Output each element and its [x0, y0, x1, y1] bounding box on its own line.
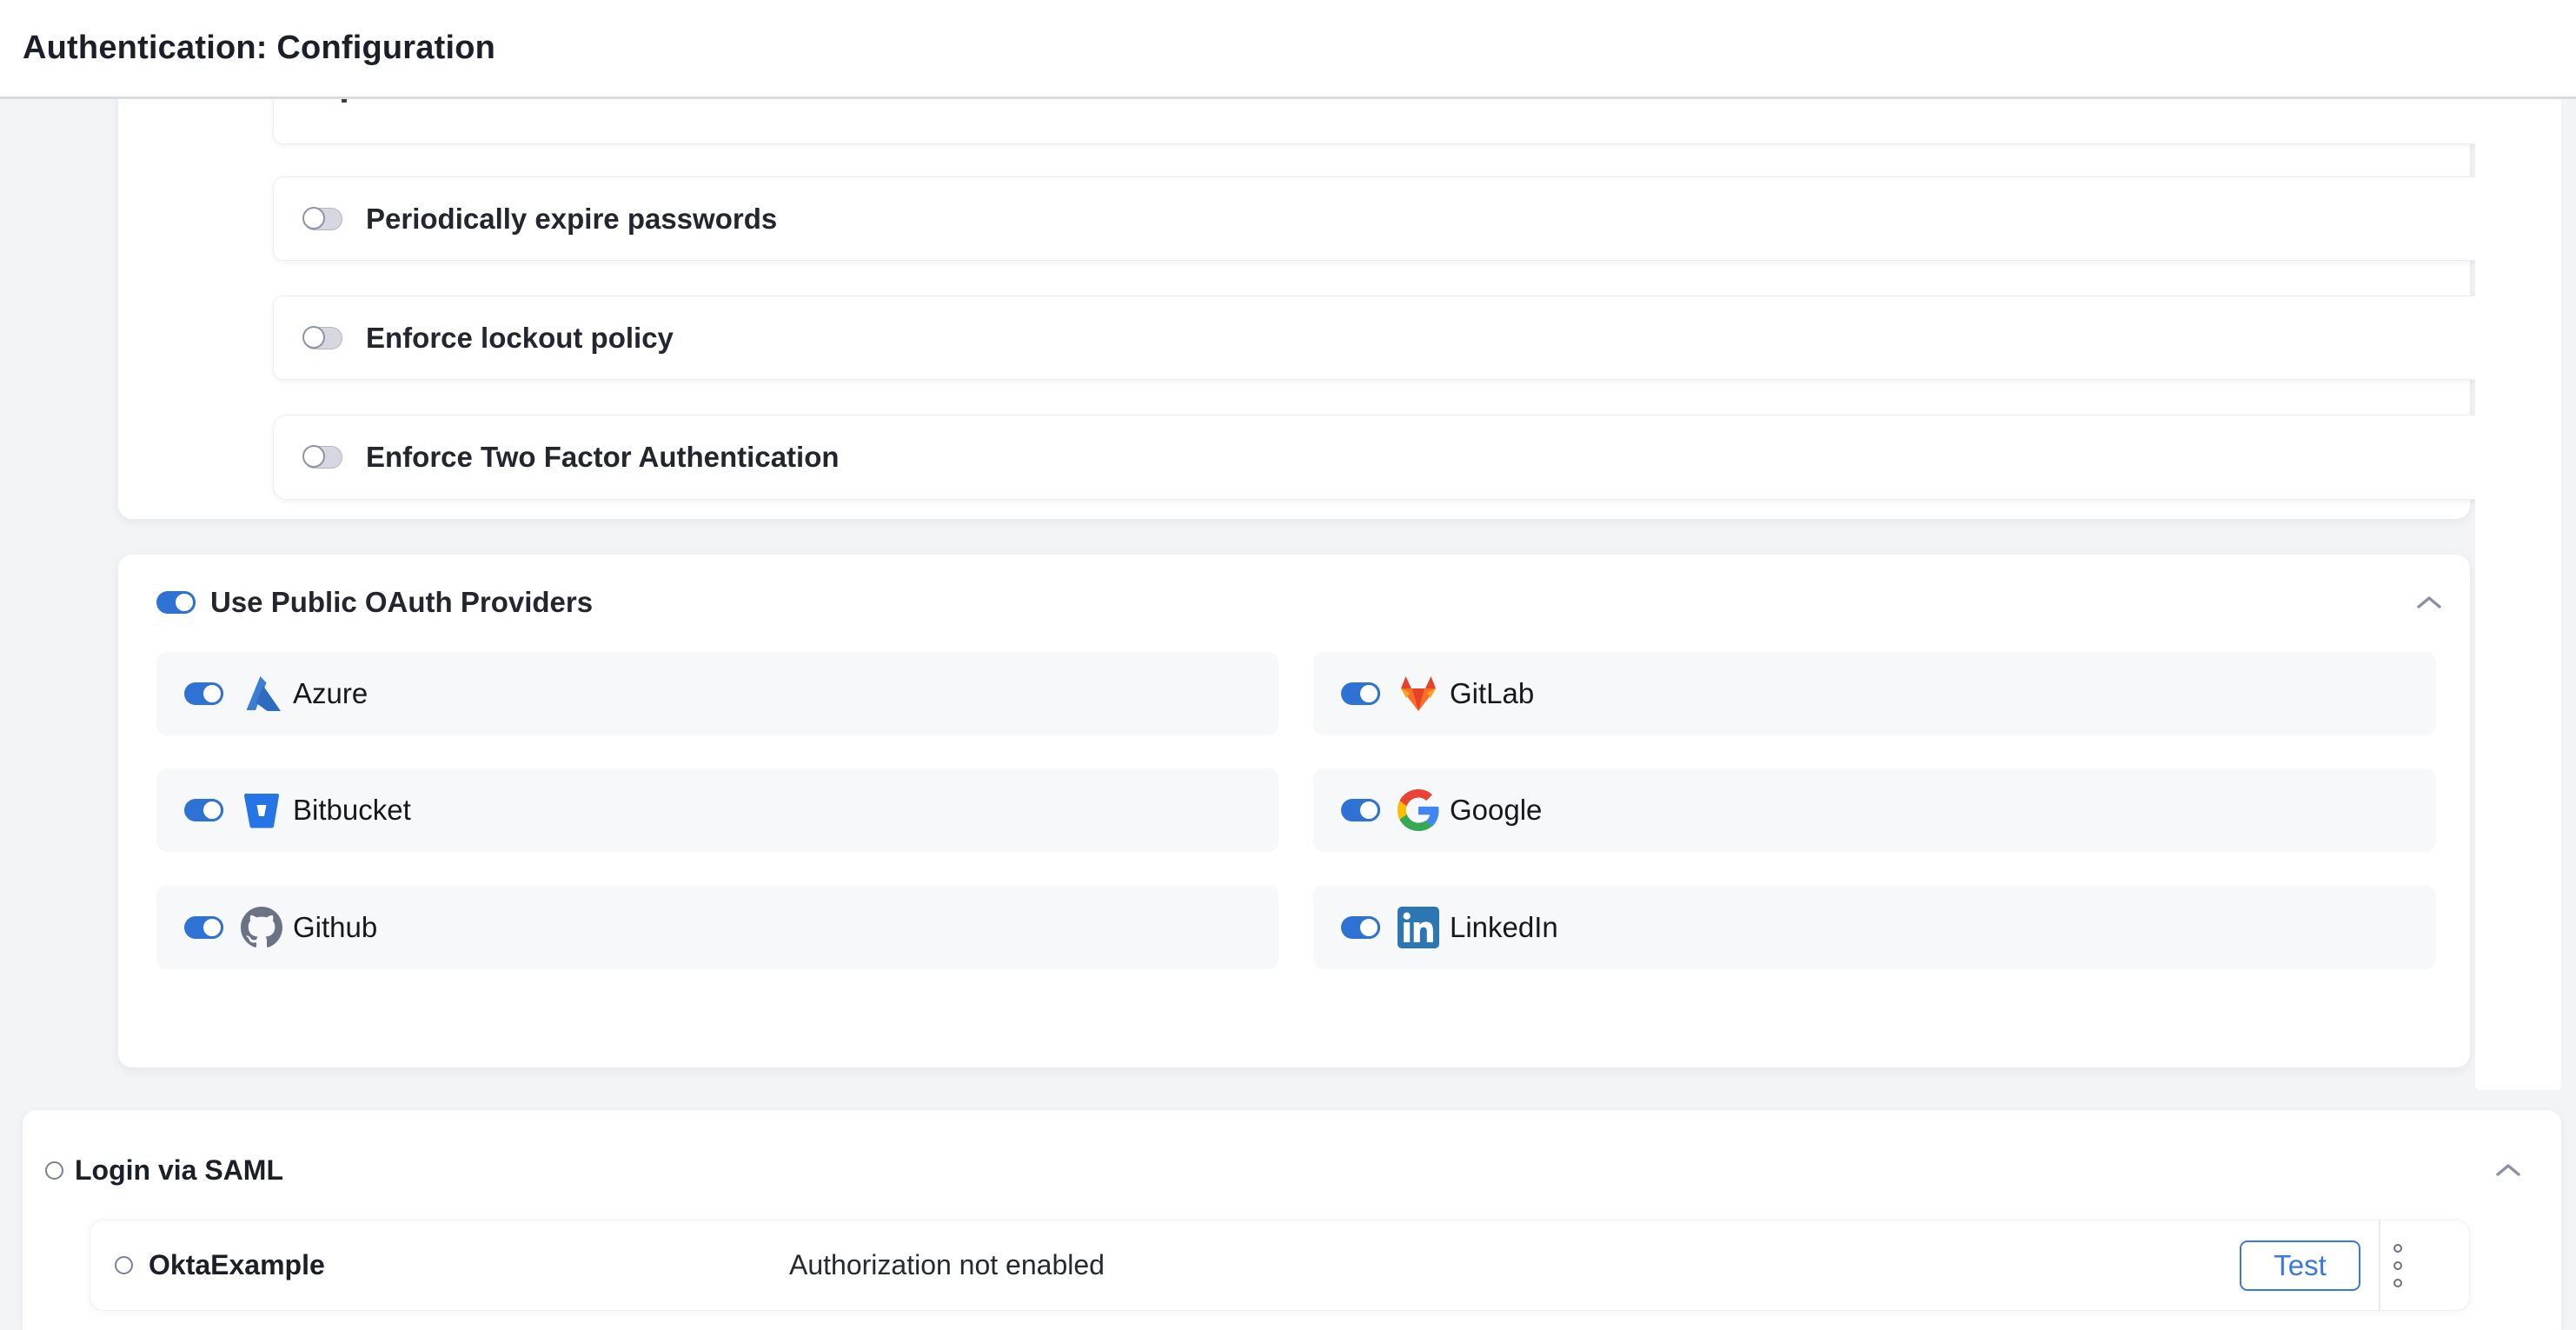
saml-connection-status: Authorization not enabled [789, 1220, 1105, 1311]
two-factor-toggle[interactable] [303, 446, 342, 469]
provider-row-gitlab: GitLab [1313, 652, 2436, 735]
row-enforce-lockout-policy[interactable]: Enforce lockout policy [273, 296, 2554, 380]
azure-logo-icon [241, 673, 282, 715]
lockout-policy-label: Enforce lockout policy [366, 322, 674, 355]
row-enforce-two-factor-authentication[interactable]: Enforce Two Factor Authentication [273, 415, 2554, 500]
provider-row-azure: Azure [156, 652, 1278, 735]
expire-passwords-label: Periodically expire passwords [366, 203, 777, 236]
chevron-up-icon[interactable] [2495, 1162, 2521, 1178]
oauth-section-title: Use Public OAuth Providers [210, 586, 593, 619]
azure-toggle[interactable] [184, 682, 223, 705]
provider-label: Google [1450, 794, 1542, 827]
google-logo-icon [1398, 789, 1439, 831]
google-toggle[interactable] [1341, 799, 1380, 821]
use-public-oauth-toggle[interactable] [156, 591, 196, 614]
divider [2379, 1220, 2380, 1310]
bitbucket-logo-icon [241, 789, 282, 831]
kebab-menu-icon[interactable] [2389, 1244, 2407, 1287]
row-periodically-expire-passwords[interactable]: Periodically expire passwords [273, 176, 2554, 261]
linkedin-toggle[interactable] [1341, 916, 1380, 939]
gitlab-toggle[interactable] [1341, 682, 1380, 705]
page-header: Authentication: Configuration [0, 0, 2576, 99]
page-title: Authentication: Configuration [23, 30, 495, 67]
gitlab-logo-icon [1398, 673, 1439, 715]
provider-label: Github [293, 911, 377, 944]
provider-row-linkedin: LinkedIn [1313, 885, 2436, 969]
saml-section-header[interactable]: Login via SAML [45, 1149, 2521, 1191]
lockout-policy-toggle[interactable] [303, 327, 342, 349]
bitbucket-toggle[interactable] [184, 799, 223, 821]
provider-row-bitbucket: Bitbucket [156, 768, 1278, 852]
saml-connection-name: OktaExample [149, 1249, 325, 1281]
test-button[interactable]: Test [2240, 1240, 2360, 1291]
expire-passwords-toggle[interactable] [303, 208, 342, 230]
github-toggle[interactable] [184, 916, 223, 939]
okta-radio-button[interactable] [115, 1256, 133, 1274]
chevron-up-icon[interactable] [2416, 595, 2442, 610]
authentication-configuration-page: Periodically expire passwords Enforce lo… [0, 0, 2576, 1330]
saml-connection-row: OktaExample [90, 1220, 2470, 1311]
scrollbar-gutter[interactable] [2475, 99, 2561, 1090]
provider-row-github: Github [156, 885, 1278, 969]
saml-radio-button[interactable] [45, 1161, 63, 1180]
saml-section-title: Login via SAML [75, 1154, 283, 1187]
linkedin-logo-icon [1398, 907, 1439, 948]
provider-label: Bitbucket [293, 794, 411, 827]
two-factor-label: Enforce Two Factor Authentication [366, 441, 840, 474]
oauth-section-header[interactable]: Use Public OAuth Providers [156, 577, 2442, 628]
provider-label: LinkedIn [1450, 911, 1558, 944]
provider-label: Azure [293, 677, 368, 710]
provider-label: GitLab [1450, 677, 1534, 710]
github-logo-icon [241, 907, 282, 948]
provider-row-google: Google [1313, 768, 2436, 852]
